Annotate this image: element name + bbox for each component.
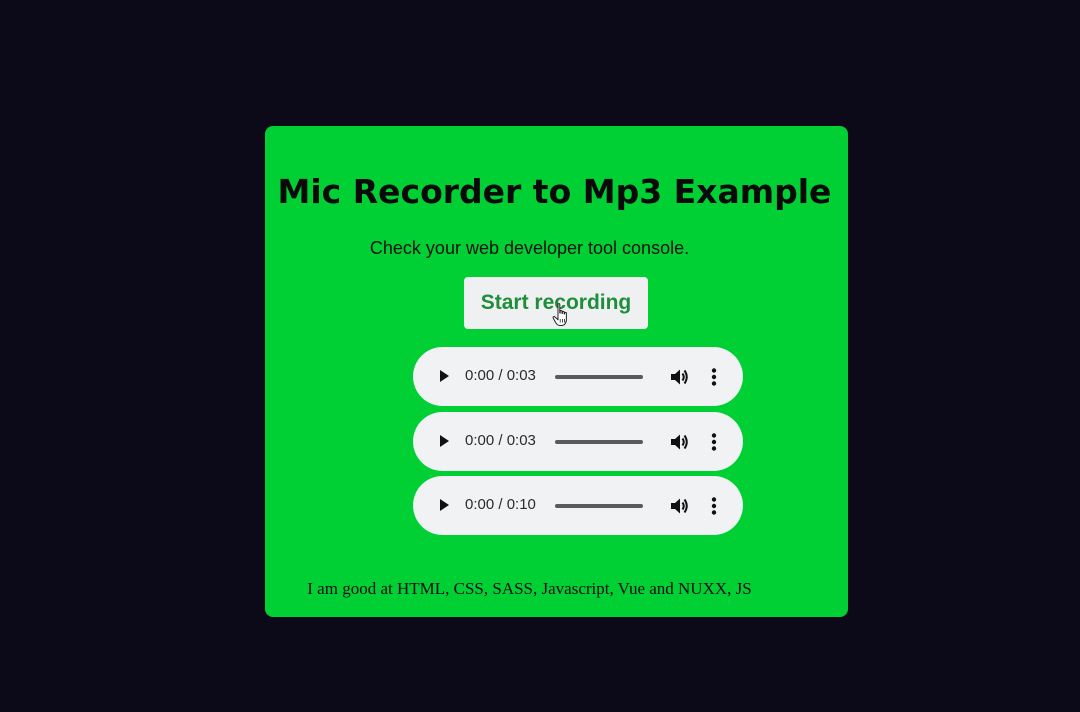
audio-player: 0:00 / 0:10 (413, 476, 743, 535)
footer-text: I am good at HTML, CSS, SASS, Javascript… (307, 579, 752, 598)
hand-pointer-icon (552, 303, 567, 326)
page-title: Mic Recorder to Mp3 Example (277, 172, 832, 211)
progress-slider[interactable] (555, 504, 643, 508)
volume-icon[interactable] (668, 495, 690, 517)
time-display: 0:00 / 0:03 (465, 367, 536, 384)
title-container: Mic Recorder to Mp3 Example (265, 166, 848, 218)
more-vert-icon[interactable] (705, 366, 723, 388)
more-vert-icon[interactable] (705, 495, 723, 517)
time-display: 0:00 / 0:03 (465, 432, 536, 449)
more-vert-icon[interactable] (705, 431, 723, 453)
page-subtitle: Check your web developer tool console. (369, 238, 690, 258)
time-display: 0:00 / 0:10 (465, 496, 536, 513)
audio-player: 0:00 / 0:03 (413, 412, 743, 471)
play-icon[interactable] (435, 367, 453, 385)
volume-icon[interactable] (668, 366, 690, 388)
audio-player: 0:00 / 0:03 (413, 347, 743, 406)
play-icon[interactable] (435, 432, 453, 450)
progress-slider[interactable] (555, 375, 643, 379)
volume-icon[interactable] (668, 431, 690, 453)
progress-slider[interactable] (555, 440, 643, 444)
play-icon[interactable] (435, 496, 453, 514)
